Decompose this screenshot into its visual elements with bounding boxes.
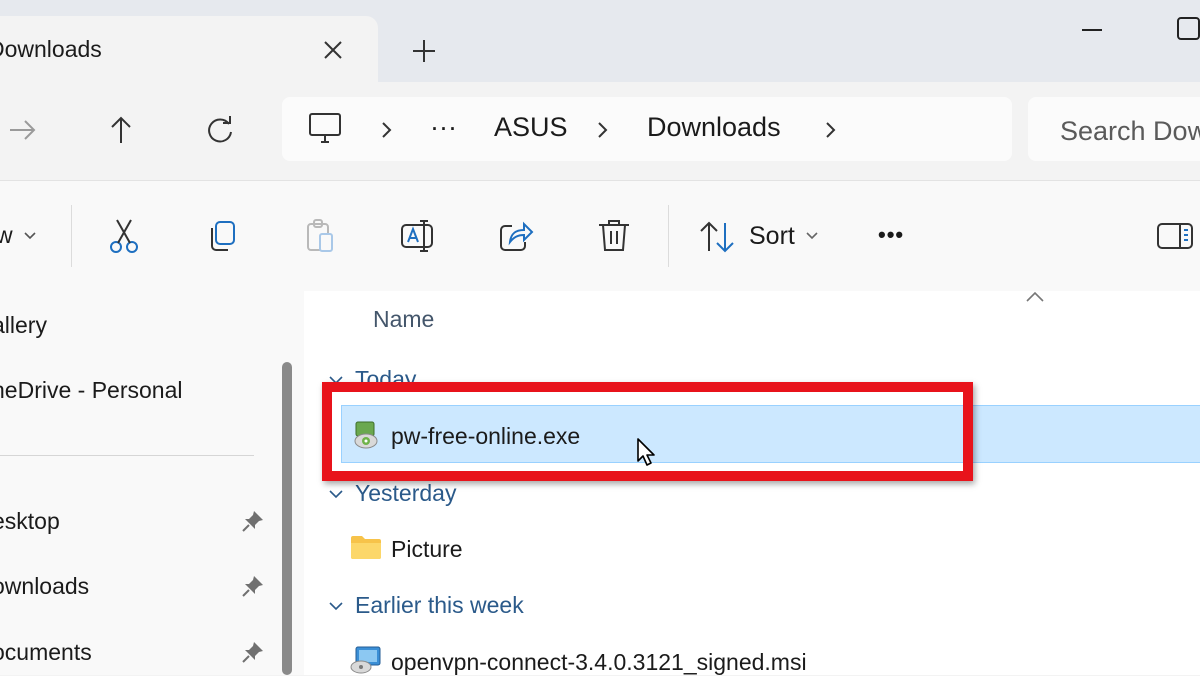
file-name[interactable]: openvpn-connect-3.4.0.3121_signed.msi [391,649,807,676]
chevron-down-icon[interactable] [326,484,346,504]
delete-icon[interactable] [594,216,634,256]
group-header-earlier-this-week[interactable]: Earlier this week [355,592,524,619]
new-button-label[interactable]: w [0,222,13,249]
sidebar-divider [0,455,254,456]
chevron-right-icon[interactable] [594,120,612,140]
search-input[interactable] [1058,110,1200,152]
paste-icon[interactable] [300,216,340,256]
navigation-pane [0,291,304,675]
sort-icon[interactable] [698,217,738,257]
sidebar-scrollbar[interactable] [282,362,292,675]
mouse-cursor-icon [632,436,658,472]
share-icon[interactable] [496,216,536,256]
plus-icon[interactable] [410,37,438,65]
folder-name[interactable]: Picture [391,536,463,563]
column-header-name[interactable]: Name [373,306,434,333]
toolbar-divider [71,205,72,267]
breadcrumb-overflow[interactable]: ··· [430,112,457,143]
refresh-icon[interactable] [203,113,237,147]
more-options-button[interactable]: ••• [878,222,904,248]
sidebar-item-gallery[interactable]: allery [0,312,47,339]
sort-button[interactable]: Sort [749,222,795,251]
pin-icon [240,508,266,534]
chevron-up-icon [1022,288,1048,306]
pin-icon [240,639,266,665]
details-pane-icon[interactable] [1155,216,1195,256]
breadcrumb-asus[interactable]: ASUS [494,112,568,143]
group-header-yesterday[interactable]: Yesterday [355,480,456,507]
sidebar-item-documents[interactable]: ocuments [0,639,92,666]
msi-installer-icon [350,645,382,675]
chevron-right-icon[interactable] [822,120,840,140]
sidebar-item-onedrive[interactable]: neDrive - Personal [0,377,182,404]
close-icon[interactable] [320,37,346,63]
breadcrumb-downloads[interactable]: Downloads [647,112,781,143]
sidebar-item-downloads[interactable]: ownloads [0,573,89,600]
maximize-icon[interactable] [1174,14,1200,44]
sidebar-item-desktop[interactable]: esktop [0,508,60,535]
minimize-icon[interactable] [1078,16,1106,44]
chevron-down-icon[interactable] [804,228,820,244]
toolbar-divider [668,205,669,267]
rename-icon[interactable] [398,216,438,256]
pin-icon [240,573,266,599]
arrow-right-icon[interactable] [6,113,40,147]
monitor-icon[interactable] [306,111,344,145]
arrow-up-icon[interactable] [104,113,138,147]
folder-icon [350,534,382,560]
chevron-right-icon[interactable] [378,120,396,140]
chevron-down-icon[interactable] [22,228,38,244]
tab-title: Downloads [0,36,102,62]
cut-icon[interactable] [104,216,144,256]
chevron-down-icon[interactable] [326,596,346,616]
copy-icon[interactable] [202,216,242,256]
